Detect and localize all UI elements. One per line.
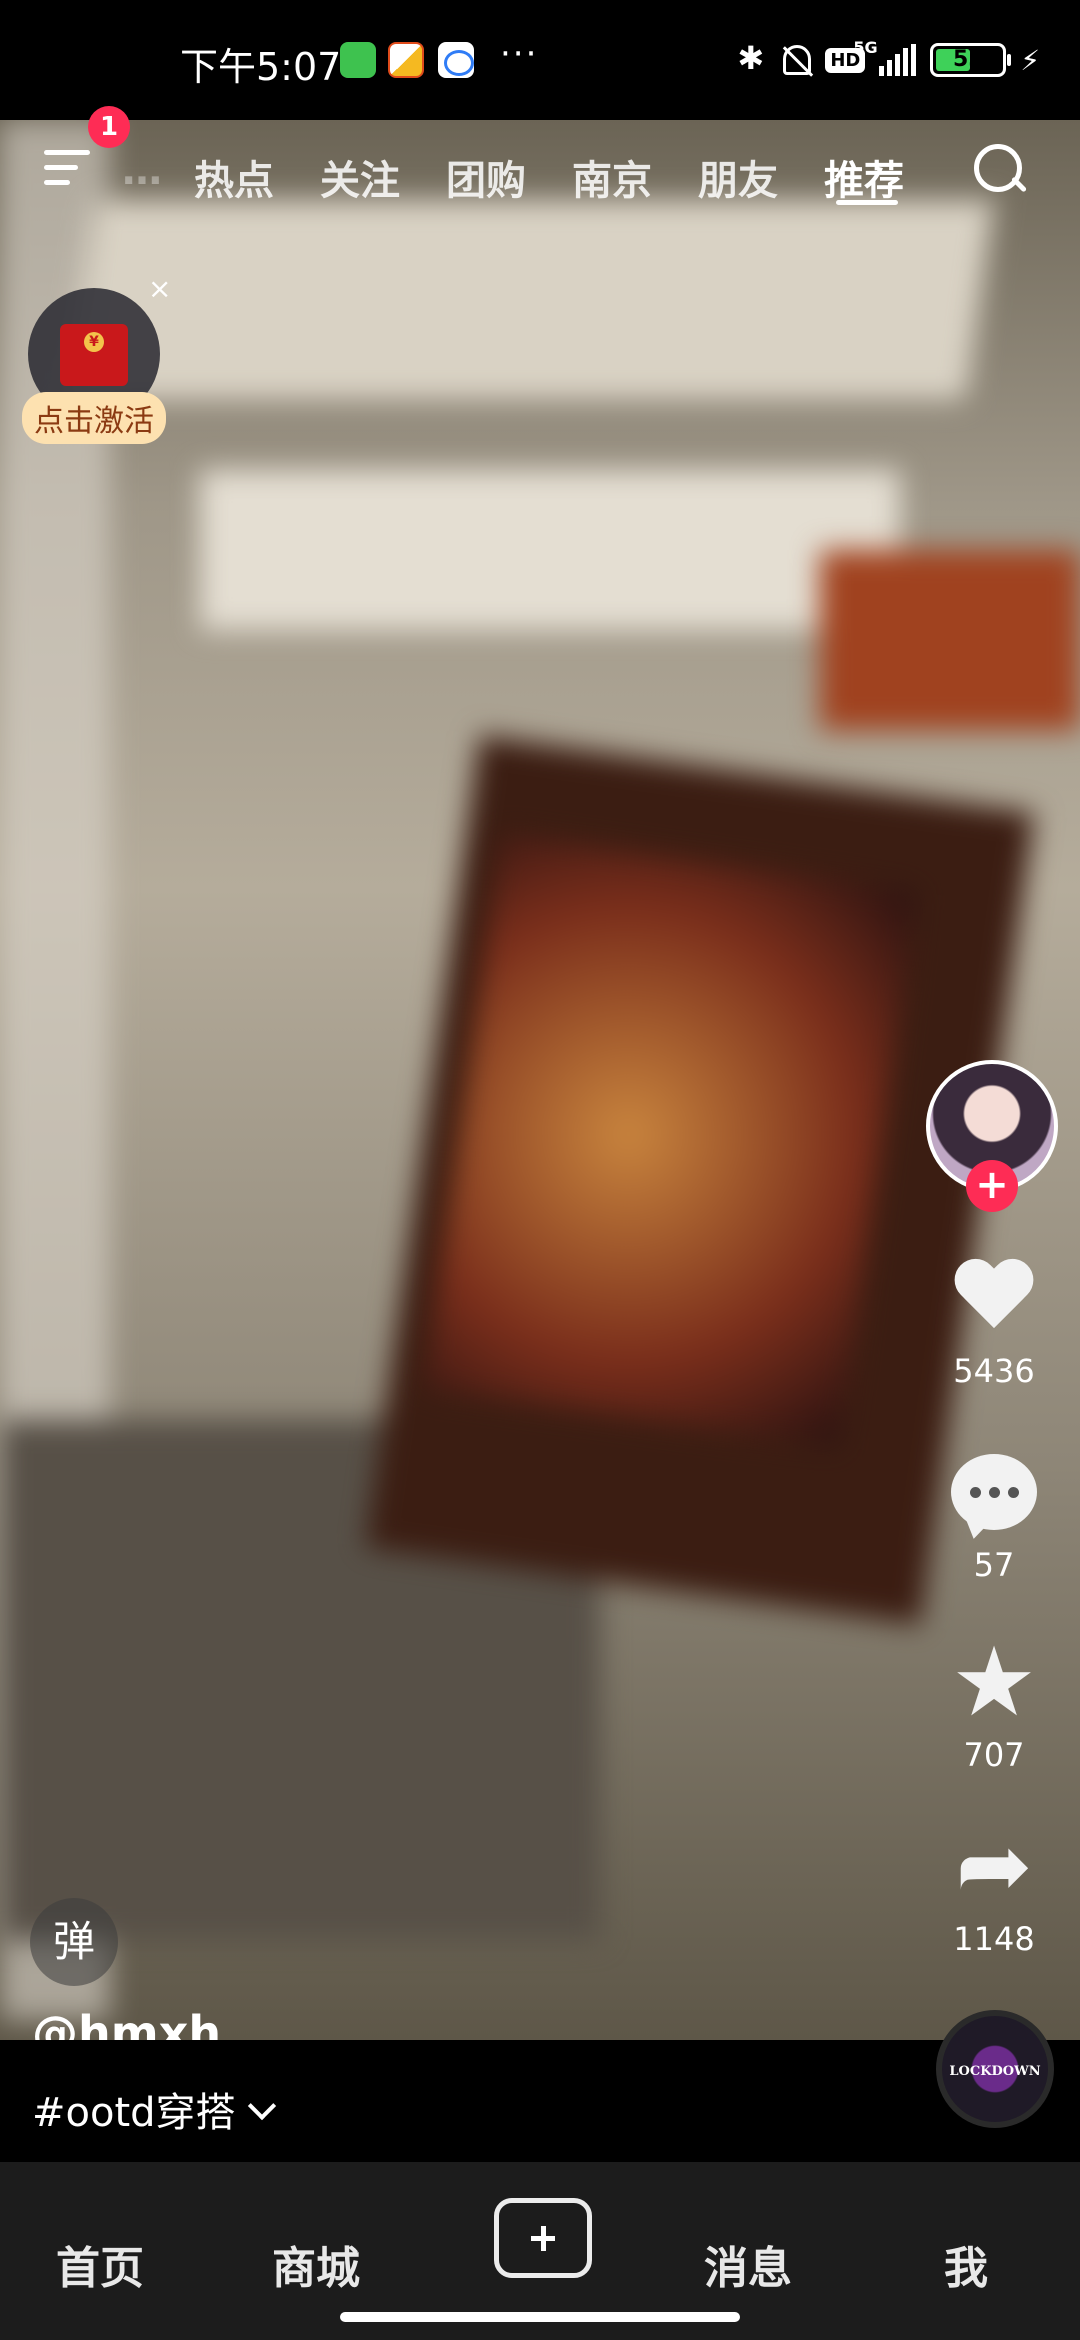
status-bar: 下午5:07 ··· HD 5G 53 ⚡ xyxy=(0,0,1080,120)
baidu-notification-icon xyxy=(438,42,474,78)
battery-icon: 53 xyxy=(930,43,1012,77)
search-icon[interactable] xyxy=(970,140,1030,200)
charging-icon: ⚡ xyxy=(1020,43,1040,77)
tab-group-buy[interactable]: 团购 xyxy=(446,148,526,206)
activate-label[interactable]: 点击激活 xyxy=(22,392,166,444)
more-notifications-icon: ··· xyxy=(500,34,539,74)
bluetooth-icon xyxy=(735,39,769,77)
video-caption[interactable]: #ootd穿搭 xyxy=(32,2080,236,2138)
tab-home[interactable]: 首页 xyxy=(56,2232,144,2296)
comment-count: 57 xyxy=(973,1546,1015,1584)
tab-following[interactable]: 关注 xyxy=(320,148,400,206)
tab-nanjing[interactable]: 南京 xyxy=(572,148,652,206)
wechat-notification-icon xyxy=(340,42,376,78)
share-count: 1148 xyxy=(953,1920,1035,1958)
network-type: 5G xyxy=(853,38,878,57)
tab-me[interactable]: 我 xyxy=(944,2232,988,2296)
comment-icon xyxy=(951,1454,1037,1530)
danmu-button[interactable]: 弹 xyxy=(30,1898,118,1986)
menu-icon[interactable] xyxy=(44,150,90,190)
top-nav: … 热点 关注 团购 南京 朋友 推荐 xyxy=(0,120,1080,230)
battery-percent: 53 xyxy=(953,47,984,72)
create-button[interactable] xyxy=(494,2198,592,2278)
tab-mall[interactable]: 商城 xyxy=(272,2232,360,2296)
silent-bell-icon xyxy=(783,45,812,75)
star-icon: ★ xyxy=(950,1626,1038,1738)
signal-icon: 5G xyxy=(853,38,917,76)
follow-button[interactable]: + xyxy=(966,1160,1018,1212)
favorite-button[interactable]: ★ 707 xyxy=(930,1634,1058,1774)
tab-friends[interactable]: 朋友 xyxy=(698,148,778,206)
music-disc[interactable]: LOCKDOWN xyxy=(936,2010,1054,2128)
share-icon: ➦ xyxy=(955,1812,1033,1919)
tab-messages[interactable]: 消息 xyxy=(704,2232,792,2296)
red-envelope-icon xyxy=(60,324,128,386)
like-button[interactable]: 5436 xyxy=(930,1250,1058,1390)
home-indicator[interactable] xyxy=(340,2312,740,2322)
app-notification-icon xyxy=(388,42,424,78)
close-icon[interactable]: × xyxy=(148,272,171,305)
status-time: 下午5:07 xyxy=(180,45,342,89)
music-disc-label: LOCKDOWN xyxy=(949,2064,1041,2079)
heart-icon xyxy=(952,1260,1036,1336)
comment-button[interactable]: 57 xyxy=(930,1444,1058,1584)
favorite-count: 707 xyxy=(963,1736,1025,1774)
share-button[interactable]: ➦ 1148 xyxy=(930,1812,1058,1959)
active-tab-indicator xyxy=(836,200,898,205)
status-icons: HD 5G 53 ⚡ xyxy=(735,36,1040,84)
tab-recommended[interactable]: 推荐 xyxy=(824,148,904,206)
like-count: 5436 xyxy=(953,1352,1035,1390)
tab-partial[interactable]: … xyxy=(122,148,162,194)
menu-badge: 1 xyxy=(88,106,130,148)
tab-hot[interactable]: 热点 xyxy=(194,148,274,206)
